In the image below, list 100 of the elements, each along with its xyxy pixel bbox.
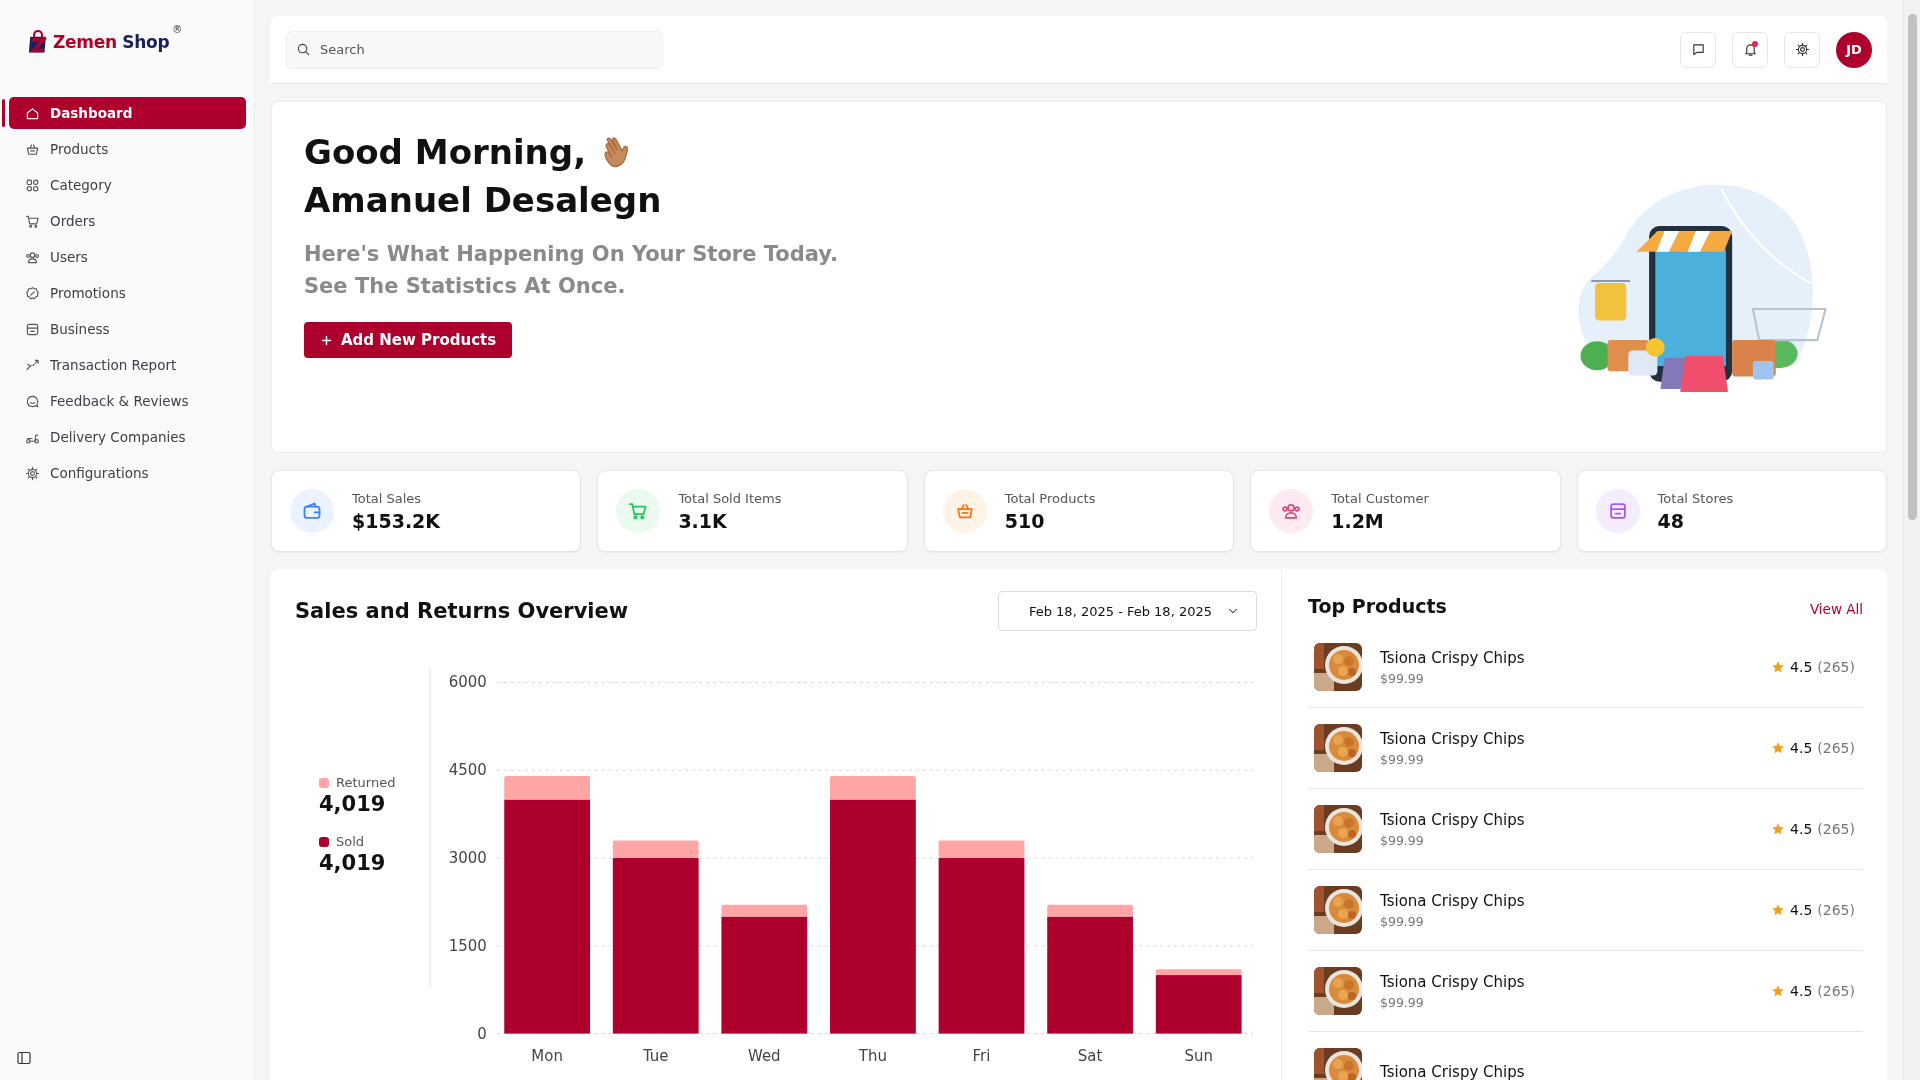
- product-row[interactable]: Tsiona Crispy Chips $99.99 4.5 (265): [1308, 708, 1863, 789]
- user-avatar[interactable]: JD: [1836, 31, 1872, 68]
- product-price: $99.99: [1380, 751, 1425, 767]
- sidebar-item[interactable]: Configurations: [9, 457, 246, 489]
- notifications-button[interactable]: [1732, 31, 1768, 68]
- smile-chat-icon: [25, 393, 40, 409]
- x-axis-label: Tue: [642, 1046, 669, 1065]
- sidebar-item[interactable]: Orders: [9, 205, 246, 237]
- review-count: (265): [1817, 821, 1855, 837]
- sidebar-item[interactable]: Promotions: [9, 277, 246, 309]
- product-name: Tsiona Crispy Chips: [1380, 729, 1525, 748]
- messages-button[interactable]: [1680, 31, 1716, 68]
- trend-icon: [25, 357, 40, 373]
- hero-subtitle: Here's What Happening On Your Store Today.: [304, 241, 838, 268]
- sidebar-item[interactable]: Products: [9, 133, 246, 165]
- legend-value: 4,019: [319, 792, 387, 816]
- product-rating: 4.5: [1790, 983, 1813, 999]
- scrollbar-thumb[interactable]: [1908, 14, 1917, 520]
- sidebar-item[interactable]: Business: [9, 313, 246, 345]
- users-icon: [25, 249, 40, 265]
- stat-value: 48: [1657, 509, 1686, 532]
- sidebar-item[interactable]: Category: [9, 169, 246, 201]
- x-axis-label: Wed: [748, 1046, 781, 1065]
- star-icon: [1771, 984, 1786, 998]
- sidebar-item[interactable]: Delivery Companies: [9, 421, 246, 453]
- date-range-picker[interactable]: Feb 18, 2025 - Feb 18, 2025: [997, 591, 1257, 631]
- add-products-button[interactable]: Add New Products: [304, 322, 513, 358]
- y-axis-label: 0: [477, 1024, 487, 1043]
- hero-subtitle: See The Statistics At Once.: [304, 273, 627, 300]
- basket-icon: [25, 141, 40, 157]
- user-name: Amanuel Desalegn: [304, 179, 663, 222]
- sidebar-item[interactable]: Dashboard: [9, 97, 246, 129]
- sidebar-item[interactable]: Transaction Report: [9, 349, 246, 381]
- sidebar-item[interactable]: Feedback & Reviews: [9, 385, 246, 417]
- stat-label: Total Sold Items: [678, 490, 782, 506]
- bag-logo-icon: [26, 29, 50, 55]
- greeting-heading: Good Morning,: [304, 131, 587, 174]
- cart-icon: [628, 501, 649, 521]
- product-rating: 4.5: [1790, 740, 1813, 756]
- bell-icon: [1742, 42, 1758, 57]
- review-count: (265): [1817, 983, 1855, 999]
- home-icon: [25, 105, 40, 121]
- product-price: $99.99: [1380, 832, 1425, 848]
- brand-name: Zemen Shop: [53, 32, 170, 52]
- sidebar-toggle-icon[interactable]: [16, 1050, 32, 1066]
- store-icon: [1607, 501, 1628, 521]
- product-row[interactable]: Tsiona Crispy Chips $99.99 4.5 (265): [1308, 627, 1863, 708]
- product-row[interactable]: Tsiona Crispy Chips: [1308, 1032, 1863, 1080]
- badge-icon: [25, 285, 40, 301]
- stat-value: 1.2M: [1331, 509, 1385, 532]
- search-icon: [296, 41, 311, 57]
- product-name: Tsiona Crispy Chips: [1380, 972, 1525, 991]
- product-price: $99.99: [1380, 994, 1425, 1010]
- x-axis-label: Sun: [1184, 1046, 1213, 1065]
- review-count: (265): [1817, 740, 1855, 756]
- legend-label: Sold: [336, 834, 365, 849]
- settings-button[interactable]: [1784, 31, 1820, 68]
- stat-value: $153.2K: [352, 509, 441, 532]
- store-icon: [25, 321, 40, 337]
- stat-label: Total Stores: [1657, 490, 1734, 506]
- plus-icon: [320, 333, 333, 347]
- y-axis-label: 6000: [448, 673, 487, 692]
- product-name: Tsiona Crispy Chips: [1380, 1063, 1525, 1080]
- product-row[interactable]: Tsiona Crispy Chips $99.99 4.5 (265): [1308, 789, 1863, 870]
- view-all-link[interactable]: View All: [1809, 601, 1863, 617]
- legend-label: Returned: [336, 775, 396, 790]
- cart-icon: [25, 213, 40, 229]
- product-price: $99.99: [1380, 913, 1425, 929]
- stat-value: 3.1K: [678, 509, 728, 532]
- chat-icon: [1690, 42, 1706, 57]
- sidebar-item[interactable]: Users: [9, 241, 246, 273]
- x-axis-label: Fri: [972, 1046, 991, 1065]
- product-price: $99.99: [1380, 670, 1425, 686]
- star-icon: [1771, 660, 1786, 674]
- registered-mark: ®: [172, 24, 183, 35]
- search-field[interactable]: Search: [286, 30, 663, 69]
- star-icon: [1771, 822, 1786, 836]
- star-icon: [1771, 741, 1786, 755]
- stat-label: Total Customer: [1331, 490, 1429, 506]
- product-row[interactable]: Tsiona Crispy Chips $99.99 4.5 (265): [1308, 951, 1863, 1032]
- product-row[interactable]: Tsiona Crispy Chips $99.99 4.5 (265): [1308, 870, 1863, 951]
- product-name: Tsiona Crispy Chips: [1380, 891, 1525, 910]
- users-icon: [1281, 501, 1302, 521]
- basket-icon: [954, 501, 975, 521]
- stat-value: 510: [1004, 509, 1046, 532]
- x-axis-label: Mon: [531, 1046, 563, 1065]
- product-rating: 4.5: [1790, 659, 1813, 675]
- gear-icon: [25, 465, 40, 481]
- product-rating: 4.5: [1790, 821, 1813, 837]
- y-axis-label: 3000: [448, 849, 487, 867]
- product-name: Tsiona Crispy Chips: [1380, 810, 1525, 829]
- section-title: Sales and Returns Overview: [295, 599, 629, 623]
- legend-value: 4,019: [319, 851, 387, 875]
- star-icon: [1771, 903, 1786, 917]
- stat-label: Total Products: [1004, 490, 1096, 506]
- stat-label: Total Sales: [352, 490, 423, 506]
- review-count: (265): [1817, 659, 1855, 675]
- grid-icon: [25, 177, 40, 193]
- product-name: Tsiona Crispy Chips: [1380, 648, 1525, 667]
- y-axis-label: 4500: [448, 761, 487, 780]
